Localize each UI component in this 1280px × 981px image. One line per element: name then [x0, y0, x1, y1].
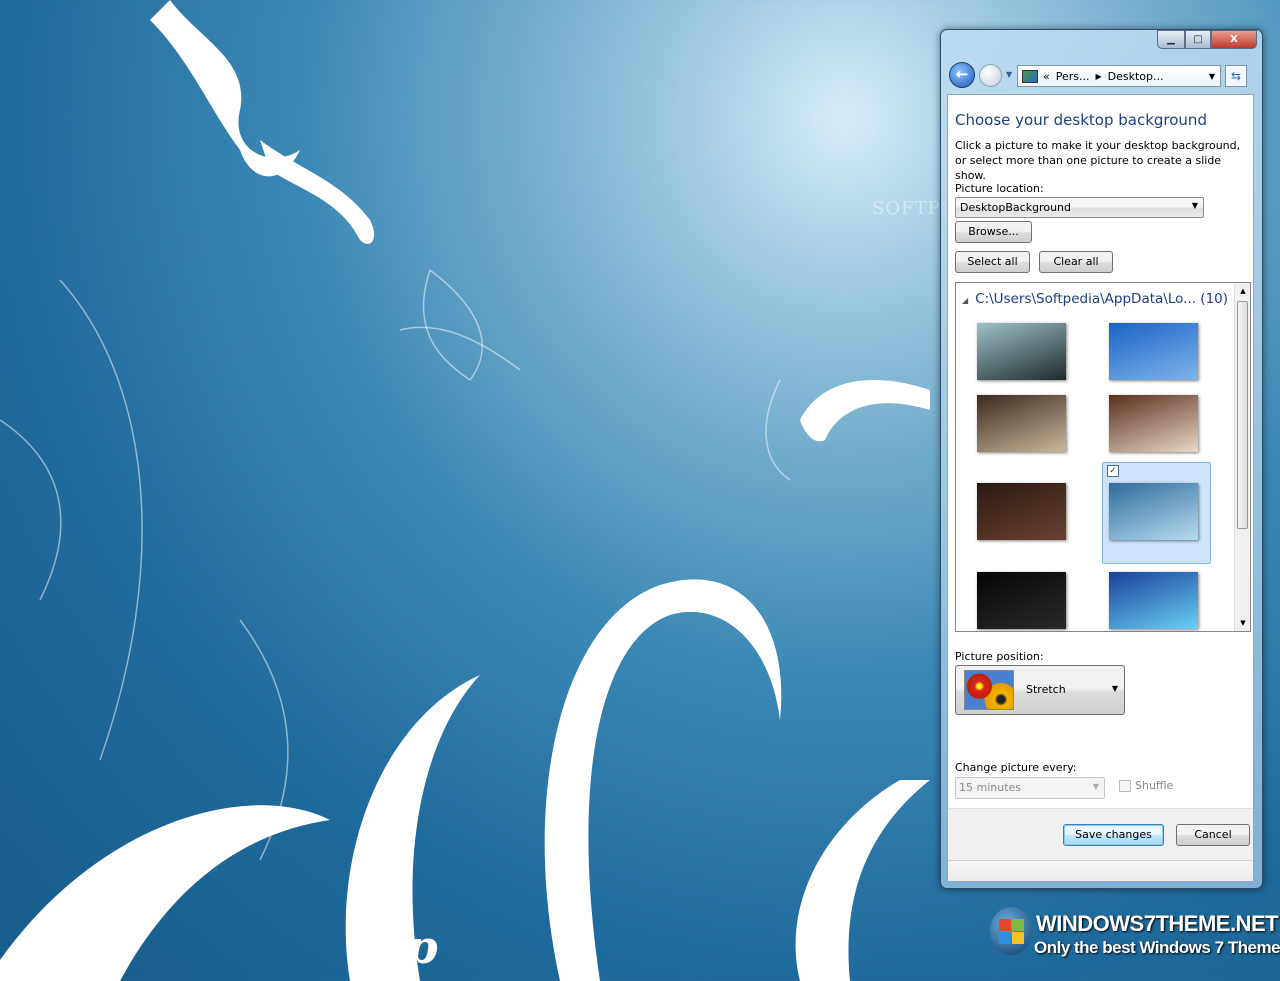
forward-button[interactable]: [979, 64, 1002, 87]
thumbnail-checkbox[interactable]: ✓: [1107, 465, 1119, 477]
save-changes-button[interactable]: Save changes: [1063, 824, 1164, 846]
scroll-down-icon[interactable]: ▼: [1235, 615, 1251, 631]
wallpaper-gallery: ◢ C:\Users\Softpedia\AppData\Lo... (10) ✓…: [955, 282, 1251, 632]
picture-position-value: Stretch: [1026, 683, 1066, 696]
navigation-bar: ← ▼ « Pers... ▶ Desktop... ▼ ⇆: [949, 62, 1258, 88]
address-dropdown-icon[interactable]: ▼: [1209, 72, 1215, 81]
thumbnail-wallpaper-7[interactable]: [977, 572, 1066, 629]
dialog-footer: Save changes Cancel: [948, 808, 1253, 860]
maximize-button[interactable]: □: [1185, 30, 1211, 49]
close-button[interactable]: X: [1211, 30, 1257, 49]
group-header-label: C:\Users\Softpedia\AppData\Lo... (10): [975, 291, 1228, 307]
gallery-scrollbar[interactable]: ▲ ▼: [1234, 283, 1250, 631]
browse-button[interactable]: Browse...: [955, 221, 1032, 243]
checkbox-box[interactable]: [1119, 780, 1131, 792]
change-interval-value: 15 minutes: [959, 781, 1021, 794]
breadcrumb-desktop-background[interactable]: Desktop...: [1108, 70, 1164, 83]
breadcrumb-personalization[interactable]: Pers...: [1056, 70, 1090, 83]
select-all-button[interactable]: Select all: [955, 251, 1030, 273]
picture-position-dropdown[interactable]: Stretch ▼: [955, 665, 1125, 715]
desktop-background-window: ▁ □ X ← ▼ « Pers... ▶ Desktop... ▼ ⇆ Cho…: [940, 29, 1263, 889]
page-description: Click a picture to make it your desktop …: [955, 138, 1250, 183]
picture-location-dropdown[interactable]: DesktopBackground ▼: [955, 197, 1204, 218]
content-pane: Choose your desktop background Click a p…: [947, 94, 1254, 882]
site-title: WINDOWS7THEME.NET: [1036, 911, 1278, 937]
thumbnail-wallpaper-5[interactable]: [977, 483, 1066, 540]
thumbnail-wallpaper-3[interactable]: [977, 395, 1066, 452]
position-preview-icon: [964, 670, 1014, 710]
chevron-down-icon: ▼: [1093, 782, 1099, 791]
scroll-thumb[interactable]: [1237, 301, 1248, 529]
picture-position-label: Picture position:: [955, 650, 1044, 663]
collapse-icon[interactable]: ◢: [962, 296, 968, 305]
personalization-monitor-icon: [1022, 70, 1038, 83]
caption-buttons: ▁ □ X: [1157, 30, 1257, 49]
clear-all-button[interactable]: Clear all: [1039, 251, 1113, 273]
page-title: Choose your desktop background: [955, 111, 1207, 129]
change-interval-dropdown[interactable]: 15 minutes ▼: [955, 777, 1105, 799]
scroll-up-icon[interactable]: ▲: [1235, 283, 1251, 299]
windows-orb-icon: [990, 907, 1032, 955]
gallery-group-header[interactable]: ◢ C:\Users\Softpedia\AppData\Lo... (10): [962, 291, 1228, 307]
breadcrumb-separator-icon[interactable]: ▶: [1096, 72, 1102, 81]
shuffle-label: Shuffle: [1135, 779, 1173, 792]
site-tagline: Only the best Windows 7 Themes: [1034, 938, 1280, 958]
address-overflow[interactable]: «: [1043, 70, 1050, 83]
address-bar[interactable]: « Pers... ▶ Desktop... ▼: [1017, 65, 1221, 87]
status-bar: [948, 860, 1253, 881]
chevron-down-icon: ▼: [1192, 201, 1198, 210]
thumbnail-wallpaper-8[interactable]: [1109, 572, 1198, 629]
change-picture-label: Change picture every:: [955, 761, 1077, 774]
hp-logo: hp: [376, 920, 434, 974]
minimize-button[interactable]: ▁: [1157, 30, 1185, 49]
refresh-button[interactable]: ⇆: [1225, 65, 1247, 87]
thumbnail-wallpaper-1[interactable]: [977, 323, 1066, 380]
chevron-down-icon: ▼: [1112, 684, 1118, 693]
shuffle-checkbox[interactable]: Shuffle: [1119, 779, 1173, 792]
recent-pages-dropdown[interactable]: ▼: [1006, 70, 1012, 79]
thumbnail-wallpaper-2[interactable]: [1109, 323, 1198, 380]
back-button[interactable]: ←: [949, 62, 975, 88]
picture-location-value: DesktopBackground: [960, 201, 1071, 214]
thumbnail-wallpaper-6[interactable]: [1109, 483, 1198, 540]
picture-location-label: Picture location:: [955, 182, 1044, 195]
cancel-button[interactable]: Cancel: [1176, 824, 1250, 846]
thumbnail-wallpaper-4[interactable]: [1109, 395, 1198, 452]
